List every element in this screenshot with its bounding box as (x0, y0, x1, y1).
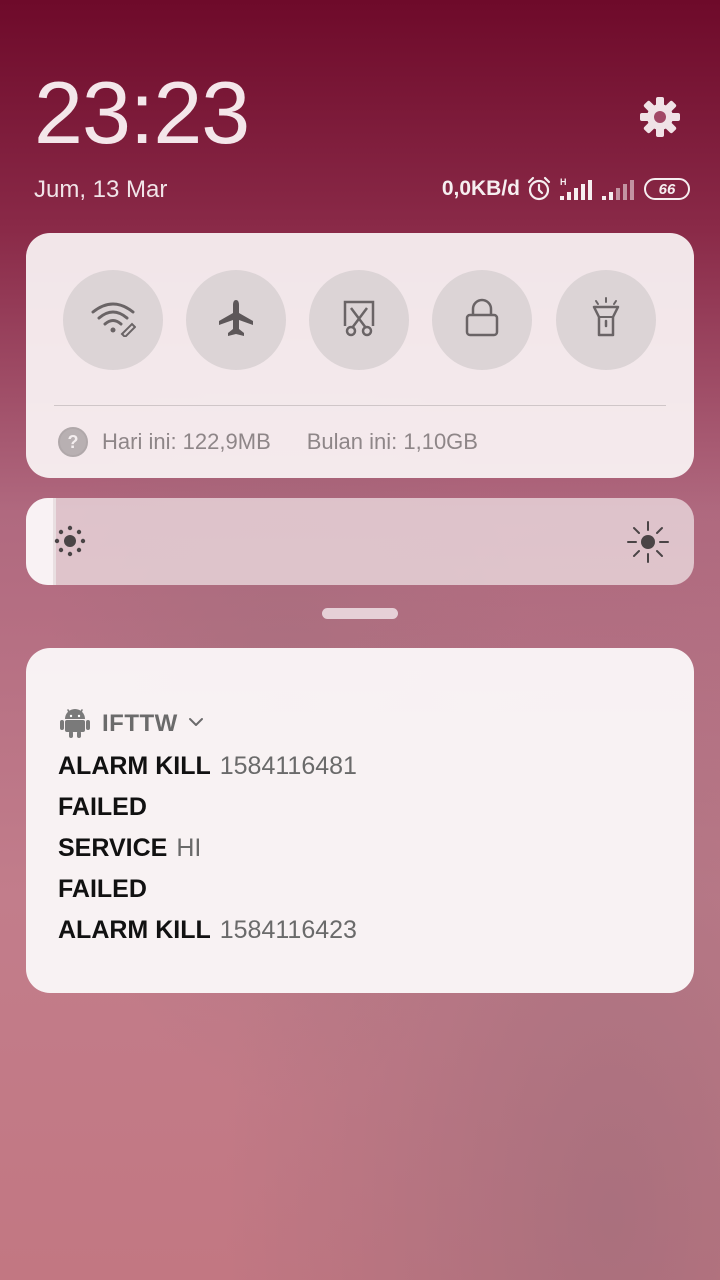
screenshot-toggle[interactable] (309, 270, 409, 370)
brightness-low-icon (52, 523, 88, 564)
brightness-slider[interactable] (26, 498, 694, 585)
line-title: ALARM KILL (58, 752, 211, 780)
clock[interactable]: 23:23 (34, 62, 250, 164)
line-text: HI (176, 834, 202, 862)
signal-icon (600, 176, 634, 202)
app-name: IFTTW (102, 710, 178, 737)
list-item: FAILED (58, 869, 357, 910)
alarm-clock-icon (526, 176, 552, 202)
line-text: 1584116423 (219, 916, 357, 944)
lock-toggle[interactable] (432, 270, 532, 370)
quick-settings-panel: ? Hari ini: 122,9MB Bulan ini: 1,10GB (26, 233, 694, 478)
flashlight-icon (588, 296, 624, 344)
lock-icon (463, 298, 501, 343)
usage-today: Hari ini: 122,9MB (102, 429, 271, 454)
settings-gear-icon[interactable] (638, 95, 682, 139)
brightness-fill (26, 498, 53, 585)
line-title: ALARM KILL (58, 916, 211, 944)
wifi-toggle[interactable] (63, 270, 163, 370)
chevron-down-icon[interactable] (188, 715, 204, 733)
drag-handle[interactable] (322, 608, 398, 619)
airplane-toggle[interactable] (186, 270, 286, 370)
svg-text:H: H (560, 177, 567, 187)
list-item: SERVICE HI (58, 828, 357, 869)
help-icon[interactable]: ? (58, 427, 88, 457)
network-speed: 0,0KB/d (441, 177, 520, 200)
line-title: SERVICE (58, 834, 168, 862)
android-icon (60, 705, 90, 744)
flashlight-toggle[interactable] (556, 270, 656, 370)
line-title: FAILED (58, 793, 147, 821)
divider (54, 405, 666, 406)
wifi-icon (90, 299, 137, 342)
battery-indicator: 66 (644, 178, 690, 200)
line-text: 1584116481 (219, 752, 357, 780)
status-icons: 0,0KB/d H 66 (442, 174, 690, 204)
usage-month: Bulan ini: 1,10GB (306, 429, 478, 454)
notification-lines: ALARM KILL 1584116481 FAILED SERVICE HI … (58, 746, 357, 951)
scissors-screenshot-icon (339, 298, 379, 343)
airplane-icon (216, 298, 256, 343)
line-title: FAILED (58, 875, 147, 903)
list-item: ALARM KILL 1584116423 (58, 910, 357, 951)
brightness-high-icon (626, 520, 670, 569)
date[interactable]: Jum, 13 Mar (34, 176, 167, 204)
signal-h-icon: H (558, 176, 594, 202)
list-item: ALARM KILL 1584116481 (58, 746, 357, 787)
notification-header: IFTTW (60, 704, 204, 744)
list-item: FAILED (58, 787, 357, 828)
notification-card[interactable]: IFTTW ALARM KILL 1584116481 FAILED SERVI… (26, 648, 694, 993)
data-usage[interactable]: ? Hari ini: 122,9MB Bulan ini: 1,10GB (58, 426, 478, 458)
